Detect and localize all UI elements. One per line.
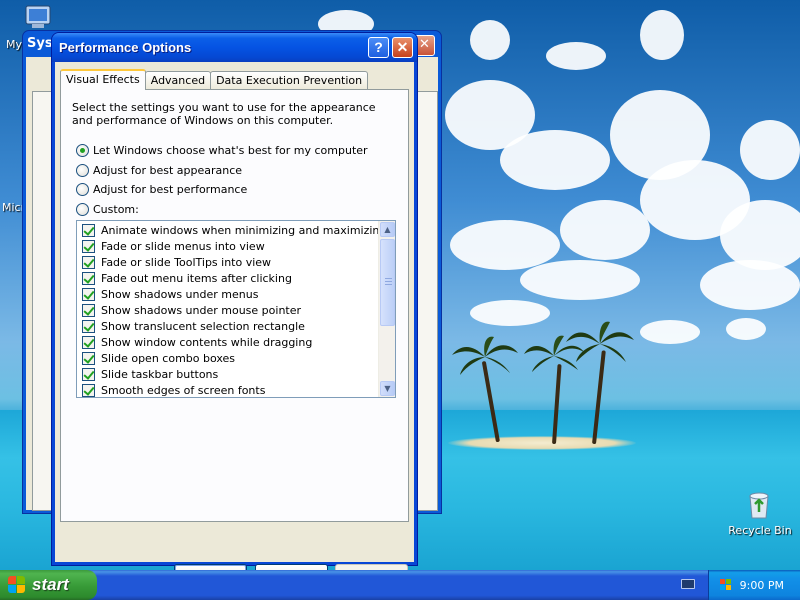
effect-label: Show shadows under mouse pointer [101, 303, 302, 317]
radio-label: Adjust for best performance [93, 182, 248, 196]
cloud [726, 318, 766, 340]
help-button[interactable]: ? [368, 37, 389, 58]
cloud [450, 220, 560, 270]
cloud [500, 130, 610, 190]
windows-update-icon[interactable] [719, 578, 733, 592]
checkbox[interactable] [82, 271, 95, 285]
option-custom[interactable]: Custom: [76, 201, 139, 217]
radio-button[interactable] [76, 182, 89, 196]
radio-label: Adjust for best appearance [93, 163, 243, 177]
dialog-title: Performance Options [59, 40, 192, 55]
scroll-thumb[interactable] [380, 239, 395, 326]
keyboard-icon[interactable] [681, 579, 695, 589]
island [448, 436, 636, 450]
effect-item[interactable]: Slide taskbar buttons [77, 366, 378, 382]
checkbox[interactable] [82, 351, 95, 365]
windows-logo-icon [8, 576, 26, 594]
effect-label: Fade or slide menus into view [101, 239, 265, 253]
palm-leaves [452, 336, 518, 375]
recycle-bin-graphic [749, 492, 769, 519]
system-tray: 9:00 PM [708, 570, 800, 600]
my-computer-icon[interactable] [22, 4, 56, 30]
checkbox[interactable] [82, 255, 95, 269]
effect-item[interactable]: Show shadows under menus [77, 286, 378, 302]
cloud [470, 300, 550, 326]
tab-strip: Visual Effects Advanced Data Execution P… [60, 69, 369, 90]
radio-button[interactable] [76, 163, 89, 177]
visual-effects-panel: Select the settings you want to use for … [60, 89, 409, 522]
my-computer-label[interactable]: My [6, 38, 22, 51]
effect-label: Show window contents while dragging [101, 335, 313, 349]
effect-label: Smooth edges of screen fonts [101, 383, 266, 397]
checkbox[interactable] [82, 383, 95, 397]
checkbox[interactable] [82, 303, 95, 317]
effect-label: Show shadows under menus [101, 287, 259, 301]
effect-item[interactable]: Slide open combo boxes [77, 350, 378, 366]
cloud [720, 200, 800, 270]
cloud [700, 260, 800, 310]
effect-label: Fade out menu items after clicking [101, 271, 292, 285]
checkbox[interactable] [82, 239, 95, 253]
option-best-performance[interactable]: Adjust for best performance [76, 181, 247, 197]
checkbox[interactable] [82, 287, 95, 301]
cloud [470, 20, 510, 60]
effect-label: Show translucent selection rectangle [101, 319, 305, 333]
checkbox[interactable] [82, 367, 95, 381]
effect-item[interactable]: Fade out menu items after clicking [77, 270, 378, 286]
effects-list: Animate windows when minimizing and maxi… [77, 222, 386, 397]
palm-leaves [566, 321, 634, 362]
option-let-windows-choose[interactable]: Let Windows choose what's best for my co… [76, 142, 368, 158]
effect-item[interactable]: Animate windows when minimizing and maxi… [77, 222, 386, 238]
cloud [560, 200, 650, 260]
grip-line [385, 281, 392, 282]
cloud [640, 320, 700, 344]
effect-label: Slide open combo boxes [101, 351, 236, 365]
tab-advanced[interactable]: Advanced [144, 71, 212, 90]
option-best-appearance[interactable]: Adjust for best appearance [76, 162, 242, 178]
tab-data-execution-prevention[interactable]: Data Execution Prevention [210, 71, 369, 90]
start-button[interactable]: start [0, 570, 97, 600]
vertical-scrollbar[interactable]: ▲ ▼ [378, 221, 395, 397]
cloud [640, 10, 684, 60]
effects-listbox[interactable]: Animate windows when minimizing and maxi… [76, 220, 396, 398]
radio-button[interactable] [76, 202, 89, 216]
radio-label: Let Windows choose what's best for my co… [93, 143, 368, 157]
dialog-client: Visual Effects Advanced Data Execution P… [55, 62, 414, 585]
grip-line [385, 284, 392, 285]
scroll-up-arrow-icon[interactable]: ▲ [380, 222, 395, 237]
effect-item[interactable]: Smooth edges of screen fonts [77, 382, 378, 397]
cloud [520, 260, 640, 300]
tab-visual-effects[interactable]: Visual Effects [60, 69, 146, 90]
scroll-down-arrow-icon[interactable]: ▼ [380, 381, 395, 396]
grip-line [385, 278, 392, 279]
clock[interactable]: 9:00 PM [740, 579, 784, 592]
radio-label: Custom: [93, 202, 139, 216]
checkbox[interactable] [82, 223, 95, 237]
checkbox[interactable] [82, 335, 95, 349]
effect-item[interactable]: Show shadows under mouse pointer [77, 302, 378, 318]
effect-item[interactable]: Fade or slide menus into view [77, 238, 378, 254]
close-button[interactable]: ✕ [392, 37, 413, 58]
effect-item[interactable]: Show translucent selection rectangle [77, 318, 378, 334]
description-text: Select the settings you want to use for … [72, 101, 376, 127]
effect-label: Fade or slide ToolTips into view [101, 255, 272, 269]
recycle-bin-label[interactable]: Recycle Bin [728, 524, 792, 537]
performance-options-dialog[interactable]: Performance Options ? ✕ Visual Effects A… [51, 32, 418, 585]
taskbar: start 9:00 PM [0, 570, 800, 600]
cloud [546, 42, 606, 70]
effect-item[interactable]: Show window contents while dragging [77, 334, 378, 350]
radio-button[interactable] [76, 143, 89, 157]
effect-item[interactable]: Fade or slide ToolTips into view [77, 254, 378, 270]
effect-label: Animate windows when minimizing and maxi… [101, 223, 387, 237]
cloud [740, 120, 800, 180]
dialog-titlebar[interactable]: Performance Options ? ✕ [52, 33, 417, 62]
system-properties-title: Sys [27, 36, 53, 51]
monitor-icon [25, 5, 51, 28]
checkbox[interactable] [82, 319, 95, 333]
start-label: start [32, 575, 69, 594]
recycle-bin-icon[interactable] [743, 488, 775, 520]
effect-label: Slide taskbar buttons [101, 367, 219, 381]
